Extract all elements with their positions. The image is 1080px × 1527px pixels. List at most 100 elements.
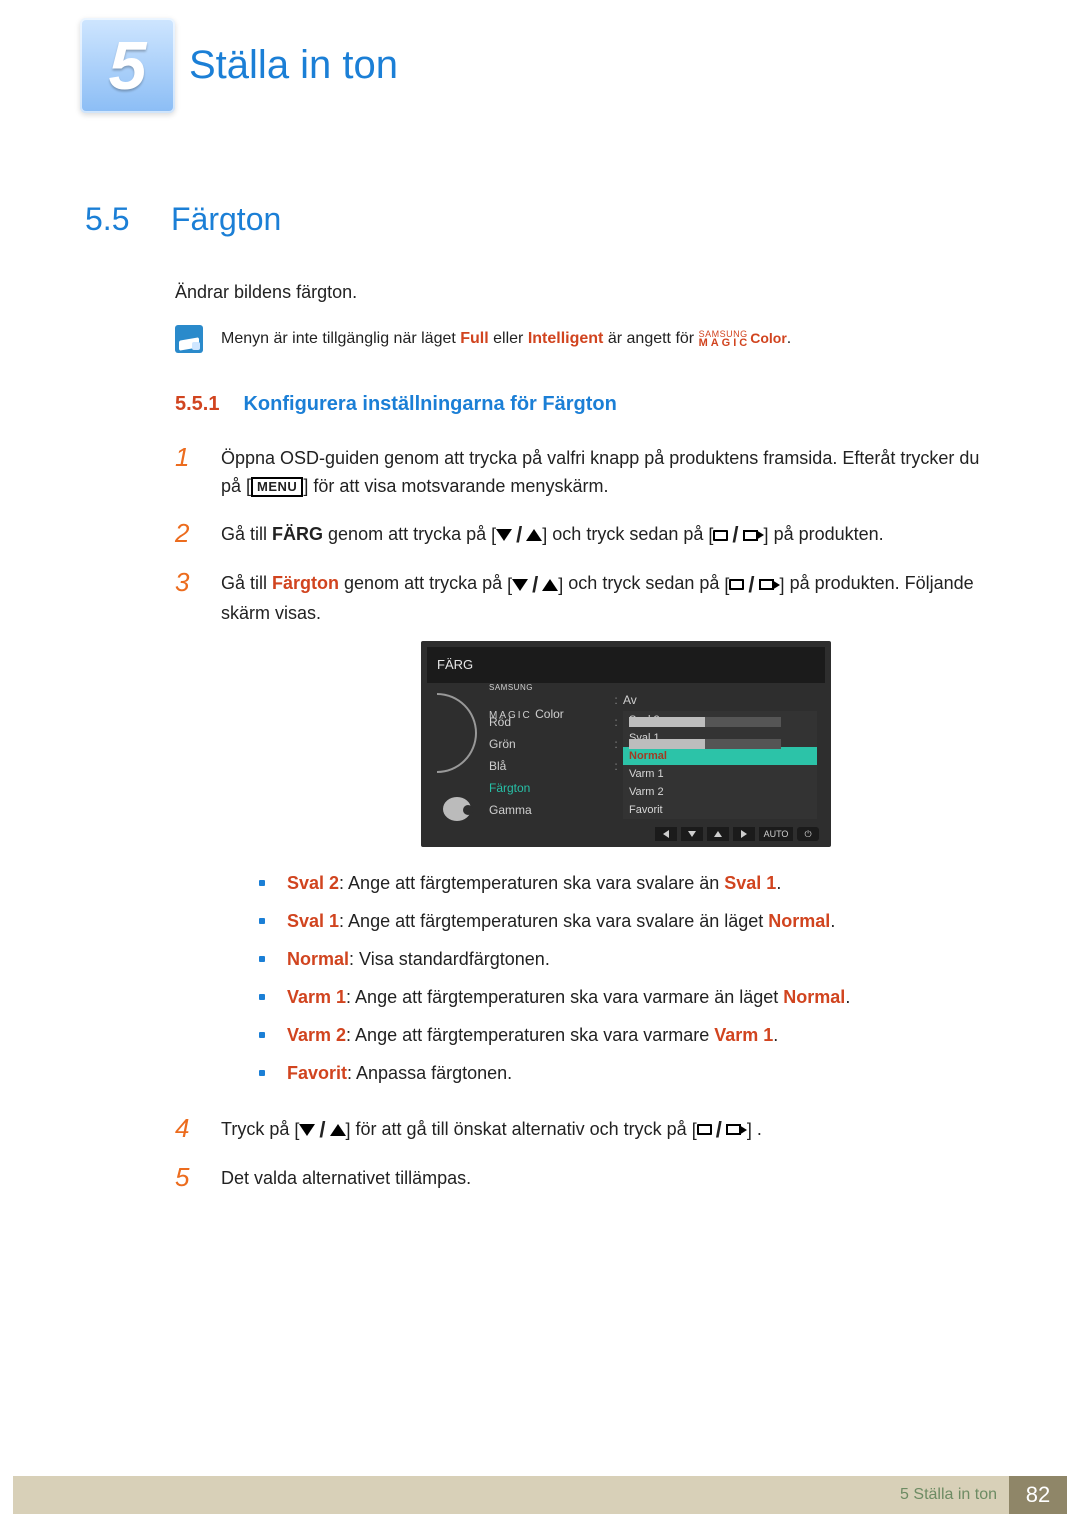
bullet-tail: .	[773, 1025, 778, 1045]
nav-power-icon: ⏻	[797, 827, 819, 841]
t: SAMSUNG	[489, 683, 533, 692]
bullet-ref: Normal	[768, 911, 830, 931]
triangle-up-icon	[542, 579, 558, 591]
updown-keys: [/]	[507, 571, 563, 599]
section-number: 5.5	[85, 201, 143, 238]
text: och tryck sedan på	[568, 573, 724, 593]
option-bullets: Sval 2: Ange att färgtemperaturen ska va…	[259, 867, 995, 1089]
note-part: eller	[493, 330, 528, 347]
text: och tryck sedan på	[552, 524, 708, 544]
chapter-number: 5	[109, 27, 147, 105]
text: på produkten.	[774, 524, 884, 544]
osd-option-list: Sval 2 Sval 1 Normal Varm 1 Varm 2 Favor…	[623, 711, 817, 819]
text: genom att trycka på	[344, 573, 507, 593]
osd-panel: FÄRG SAMS	[421, 641, 831, 847]
source-icon	[729, 579, 744, 590]
source-icon	[713, 530, 728, 541]
nav-left-icon	[655, 827, 677, 841]
osd-option: Favorit	[623, 801, 817, 819]
bullet-tail: .	[776, 873, 781, 893]
osd-decor	[435, 689, 479, 821]
step-body: Gå till FÄRG genom att trycka på [/] och…	[221, 520, 995, 549]
nav-enter-icon	[733, 827, 755, 841]
osd-values: :Av :50 :50 : Sval 2 Sval 1 Normal Va	[609, 689, 817, 821]
nav-down-icon	[681, 827, 703, 841]
nav-auto: AUTO	[759, 827, 793, 841]
source-keys: [/]	[708, 521, 768, 549]
bullet-item: Sval 1: Ange att färgtemperaturen ska va…	[259, 905, 995, 937]
step-number: 4	[175, 1115, 195, 1144]
triangle-down-icon	[496, 529, 512, 541]
note-highlight: Full	[460, 330, 488, 347]
bullet-ref: Sval 1	[724, 873, 776, 893]
step-3: 3 Gå till Färgton genom att trycka på [/…	[175, 569, 995, 1094]
bullet-text: : Ange att färgtemperaturen ska vara sva…	[339, 911, 768, 931]
bullet-ref: Varm 1	[714, 1025, 773, 1045]
page-content: 5.5 Färgton Ändrar bildens färgton. Meny…	[0, 201, 1080, 1192]
bullet-key: Favorit	[287, 1063, 347, 1083]
text: .	[757, 1119, 762, 1139]
half-ring-icon	[437, 693, 477, 773]
step-number: 2	[175, 520, 195, 549]
step-number: 1	[175, 444, 195, 500]
text: för att visa motsvarande menyskärm.	[313, 476, 608, 496]
osd-val-bla: : Sval 2 Sval 1 Normal Varm 1 Varm 2 Fav…	[609, 755, 817, 777]
bullet-tail: .	[845, 987, 850, 1007]
osd-label: Gamma	[489, 796, 589, 824]
bullet-tail: .	[830, 911, 835, 931]
source-icon	[697, 1124, 712, 1135]
brand-bottom: MAGIC	[699, 338, 751, 348]
footer-bar: 5 Ställa in ton 82	[13, 1476, 1067, 1514]
step-5: 5 Det valda alternativet tillämpas.	[175, 1164, 995, 1192]
bullet-text: : Ange att färgtemperaturen ska vara var…	[346, 987, 783, 1007]
bullet-text: : Visa standardfärgtonen.	[349, 949, 550, 969]
nav-up-icon	[707, 827, 729, 841]
bullet-key: Normal	[287, 949, 349, 969]
text: Gå till	[221, 573, 272, 593]
triangle-down-icon	[512, 579, 528, 591]
bullet-text: : Ange att färgtemperaturen ska vara sva…	[339, 873, 724, 893]
step-list: 1 Öppna OSD-guiden genom att trycka på v…	[175, 444, 995, 1192]
note-part: Menyn är inte tillgänglig när läget	[221, 330, 460, 347]
step-body: Öppna OSD-guiden genom att trycka på val…	[221, 444, 995, 500]
section-title: Färgton	[171, 201, 281, 238]
slider-bar	[629, 717, 781, 727]
subsection-number: 5.5.1	[175, 393, 219, 416]
source-arrow-icon	[743, 530, 764, 541]
note-highlight: Intelligent	[528, 330, 604, 347]
osd-row-gamma: Gamma	[489, 799, 599, 821]
chapter-title: Ställa in ton	[189, 43, 398, 88]
palette-icon	[443, 797, 471, 821]
section-header: 5.5 Färgton	[85, 201, 995, 238]
bullet-item: Normal: Visa standardfärgtonen.	[259, 943, 995, 975]
osd-screenshot: FÄRG SAMS	[421, 641, 831, 847]
triangle-up-icon	[526, 529, 542, 541]
step-2: 2 Gå till FÄRG genom att trycka på [/] o…	[175, 520, 995, 549]
text: genom att trycka på	[328, 524, 491, 544]
updown-keys: [/]	[294, 1116, 350, 1144]
menu-key: MENU	[251, 477, 303, 497]
osd-menu-col: SAMSUNG MAGIC Color Röd Grön Blå	[489, 689, 599, 821]
note-text: Menyn är inte tillgänglig när läget Full…	[221, 330, 791, 348]
bullet-item: Varm 2: Ange att färgtemperaturen ska va…	[259, 1019, 995, 1051]
note-part: .	[787, 330, 791, 347]
bullet-text: : Anpassa färgtonen.	[347, 1063, 512, 1083]
document-page: 5 Ställa in ton 5.5 Färgton Ändrar bilde…	[0, 0, 1080, 1527]
step-body: Det valda alternativet tillämpas.	[221, 1164, 995, 1192]
osd-body: SAMSUNG MAGIC Color Röd Grön Blå	[427, 683, 825, 821]
source-keys: [/]	[724, 571, 784, 599]
source-keys: [/]	[692, 1116, 752, 1144]
note-icon	[175, 325, 203, 353]
subsection-header: 5.5.1 Konfigurera inställningarna för Fä…	[175, 393, 995, 416]
magiccolor-logo: SAMSUNG MAGIC	[699, 330, 751, 348]
slider-bar	[629, 739, 781, 749]
footer-label: 5 Ställa in ton	[900, 1486, 997, 1504]
step-body: Tryck på [/] för att gå till önskat alte…	[221, 1115, 995, 1144]
step-4: 4 Tryck på [/] för att gå till önskat al…	[175, 1115, 995, 1144]
brand-word: Color	[750, 330, 787, 346]
chapter-badge: 5	[80, 18, 175, 113]
step-body: Gå till Färgton genom att trycka på [/] …	[221, 569, 995, 1094]
step-number: 3	[175, 569, 195, 1094]
bullet-key: Varm 1	[287, 987, 346, 1007]
page-number: 82	[1009, 1476, 1067, 1514]
